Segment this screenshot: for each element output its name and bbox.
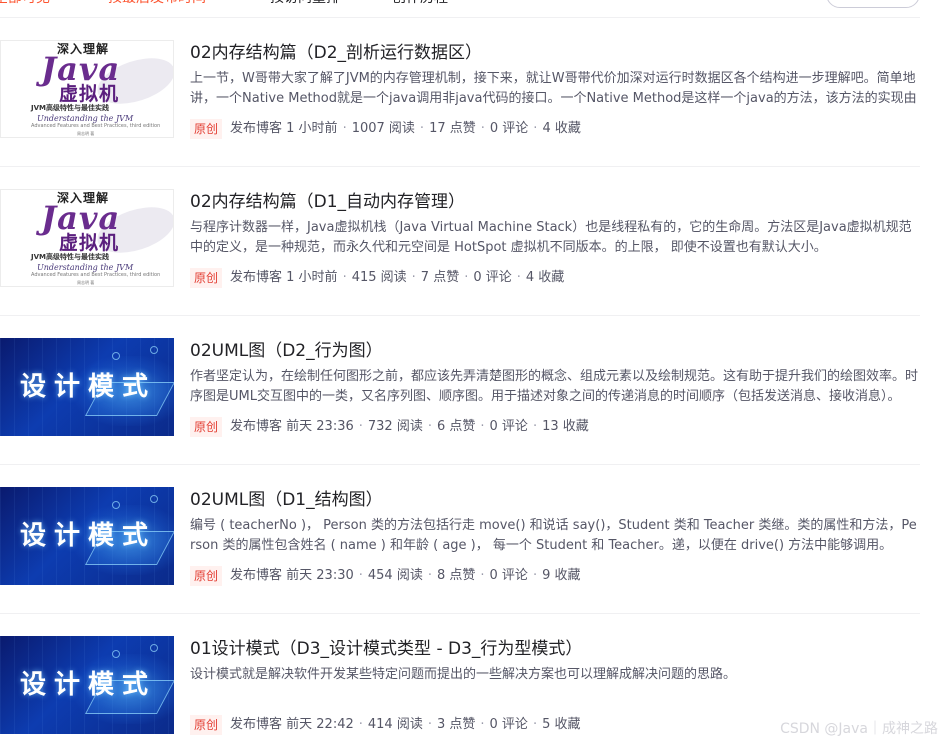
article-meta: 原创 发布博客 前天 23:30 · 454 阅读 · 8 点赞 · 0 评论 · 9 收藏: [190, 566, 580, 586]
article-thumbnail[interactable]: 设计模式: [0, 338, 174, 436]
article-summary[interactable]: 与程序计数器一样，Java虚拟机栈（Java Virtual Machine S…: [190, 218, 919, 258]
original-badge: 原创: [190, 715, 223, 735]
article-summary[interactable]: 编号 ( teacherNo )， Person 类的方法包括行走 move()…: [190, 516, 919, 556]
like-count: 17 点赞: [429, 121, 476, 136]
cover-author: 周志明 著: [77, 131, 95, 136]
publish-time: 发布博客 前天 23:36: [230, 419, 354, 434]
favorite-count: 4 收藏: [525, 270, 565, 285]
original-badge: 原创: [190, 566, 223, 586]
csdn-watermark: CSDN @Java｜成神之路: [780, 721, 938, 737]
cover-title-text: 虚拟机: [59, 83, 120, 105]
rss-subscribe-button[interactable]: RSS订阅: [826, 0, 920, 8]
cover-english-title: Understanding the JVM: [37, 263, 134, 272]
publish-time: 发布博客 前天 22:42: [230, 717, 354, 732]
favorite-count: 13 收藏: [542, 419, 589, 434]
article-summary[interactable]: 设计模式就是解决软件开发某些特定问题而提出的一些解决方案也可以理解成解决问题的思…: [190, 665, 919, 705]
cover-subtitle: JVM高级特性与最佳实践: [31, 104, 109, 112]
article-sort-tabs: 全部可见 按最后发布时间 按访问量排 创作历程 RSS订阅: [0, 0, 920, 18]
read-count: 415 阅读: [351, 270, 407, 285]
cover-author: 周志明 著: [77, 280, 95, 285]
publish-time: 发布博客 1 小时前: [230, 121, 338, 136]
cover-title-text: 设计模式: [20, 521, 157, 551]
comment-count: 0 评论: [489, 568, 528, 583]
cover-title-text: 设计模式: [20, 372, 157, 402]
gear-icon: [150, 346, 158, 354]
gear-icon: [112, 352, 120, 360]
comment-count: 0 评论: [489, 121, 529, 136]
cover-english-subtitle: Advanced Features and Best Practices, th…: [31, 272, 161, 278]
original-badge: 原创: [190, 268, 223, 288]
original-badge: 原创: [190, 119, 223, 139]
favorite-count: 9 收藏: [542, 568, 581, 583]
article-item[interactable]: 深入理解 Java 虚拟机 JVM高级特性与最佳实践 Understanding…: [0, 18, 920, 167]
tab-sort-by-last-published[interactable]: 按最后发布时间: [108, 0, 206, 8]
article-item[interactable]: 深入理解 Java 虚拟机 JVM高级特性与最佳实践 Understanding…: [0, 167, 920, 316]
comment-count: 0 评论: [473, 270, 512, 285]
cover-english-subtitle: Advanced Features and Best Practices, th…: [31, 123, 161, 129]
article-title[interactable]: 02内存结构篇（D2_剖析运行数据区）: [190, 40, 482, 66]
publish-time: 发布博客 1 小时前: [230, 270, 338, 285]
gear-icon: [150, 495, 158, 503]
article-summary[interactable]: 上一节，W哥带大家了解了JVM的内存管理机制，接下来，就让W哥带代价加深对运行时…: [190, 69, 919, 109]
article-item[interactable]: 设计模式 02UML图（D2_行为图） 作者坚定认为，在绘制任何图形之前，都应该…: [0, 316, 920, 465]
gear-icon: [112, 501, 120, 509]
favorite-count: 4 收藏: [542, 121, 581, 136]
cover-title-text: 虚拟机: [59, 232, 120, 254]
original-badge: 原创: [190, 417, 223, 437]
cover-subtitle: JVM高级特性与最佳实践: [31, 253, 109, 261]
article-meta: 原创 发布博客 前天 23:36 · 732 阅读 · 6 点赞 · 0 评论 · 13 收藏: [190, 417, 589, 437]
read-count: 454 阅读: [367, 568, 423, 583]
gear-icon: [112, 650, 120, 658]
gear-icon: [150, 644, 158, 652]
article-title[interactable]: 02内存结构篇（D1_自动内存管理）: [190, 189, 465, 215]
article-thumbnail[interactable]: 设计模式: [0, 487, 174, 585]
read-count: 414 阅读: [367, 717, 423, 732]
read-count: 1007 阅读: [351, 121, 415, 136]
like-count: 8 点赞: [436, 568, 476, 583]
tab-all-visible[interactable]: 全部可见: [0, 0, 50, 8]
read-count: 732 阅读: [367, 419, 423, 434]
like-count: 7 点赞: [420, 270, 460, 285]
like-count: 3 点赞: [436, 717, 476, 732]
article-meta: 原创 发布博客 1 小时前 · 1007 阅读 · 17 点赞 · 0 评论 · 4 收藏: [190, 119, 581, 139]
comment-count: 0 评论: [489, 717, 528, 732]
article-item[interactable]: 设计模式 02UML图（D1_结构图） 编号 ( teacherNo )， Pe…: [0, 465, 920, 614]
comment-count: 0 评论: [489, 419, 528, 434]
publish-time: 发布博客 前天 23:30: [230, 568, 354, 583]
article-thumbnail[interactable]: 深入理解 Java 虚拟机 JVM高级特性与最佳实践 Understanding…: [0, 40, 174, 138]
cover-english-title: Understanding the JVM: [37, 114, 134, 123]
like-count: 6 点赞: [436, 419, 476, 434]
article-list: 深入理解 Java 虚拟机 JVM高级特性与最佳实践 Understanding…: [0, 18, 920, 740]
tab-sort-by-views[interactable]: 按访问量排: [270, 0, 340, 8]
article-title[interactable]: 01设计模式（D3_设计模式类型 - D3_行为型模式）: [190, 636, 582, 662]
favorite-count: 5 收藏: [542, 717, 581, 732]
article-thumbnail[interactable]: 设计模式: [0, 636, 174, 734]
tab-creation-history[interactable]: 创作历程: [392, 0, 448, 8]
article-thumbnail[interactable]: 深入理解 Java 虚拟机 JVM高级特性与最佳实践 Understanding…: [0, 189, 174, 287]
cover-title-text: 设计模式: [20, 670, 157, 700]
article-title[interactable]: 02UML图（D1_结构图）: [190, 487, 383, 513]
article-meta: 原创 发布博客 1 小时前 · 415 阅读 · 7 点赞 · 0 评论 · 4 收藏: [190, 268, 564, 288]
article-meta: 原创 发布博客 前天 22:42 · 414 阅读 · 3 点赞 · 0 评论 · 5 收藏: [190, 715, 580, 735]
article-title[interactable]: 02UML图（D2_行为图）: [190, 338, 383, 364]
article-summary[interactable]: 作者坚定认为，在绘制任何图形之前，都应该先弄清楚图形的概念、组成元素以及绘制规范…: [190, 367, 919, 407]
